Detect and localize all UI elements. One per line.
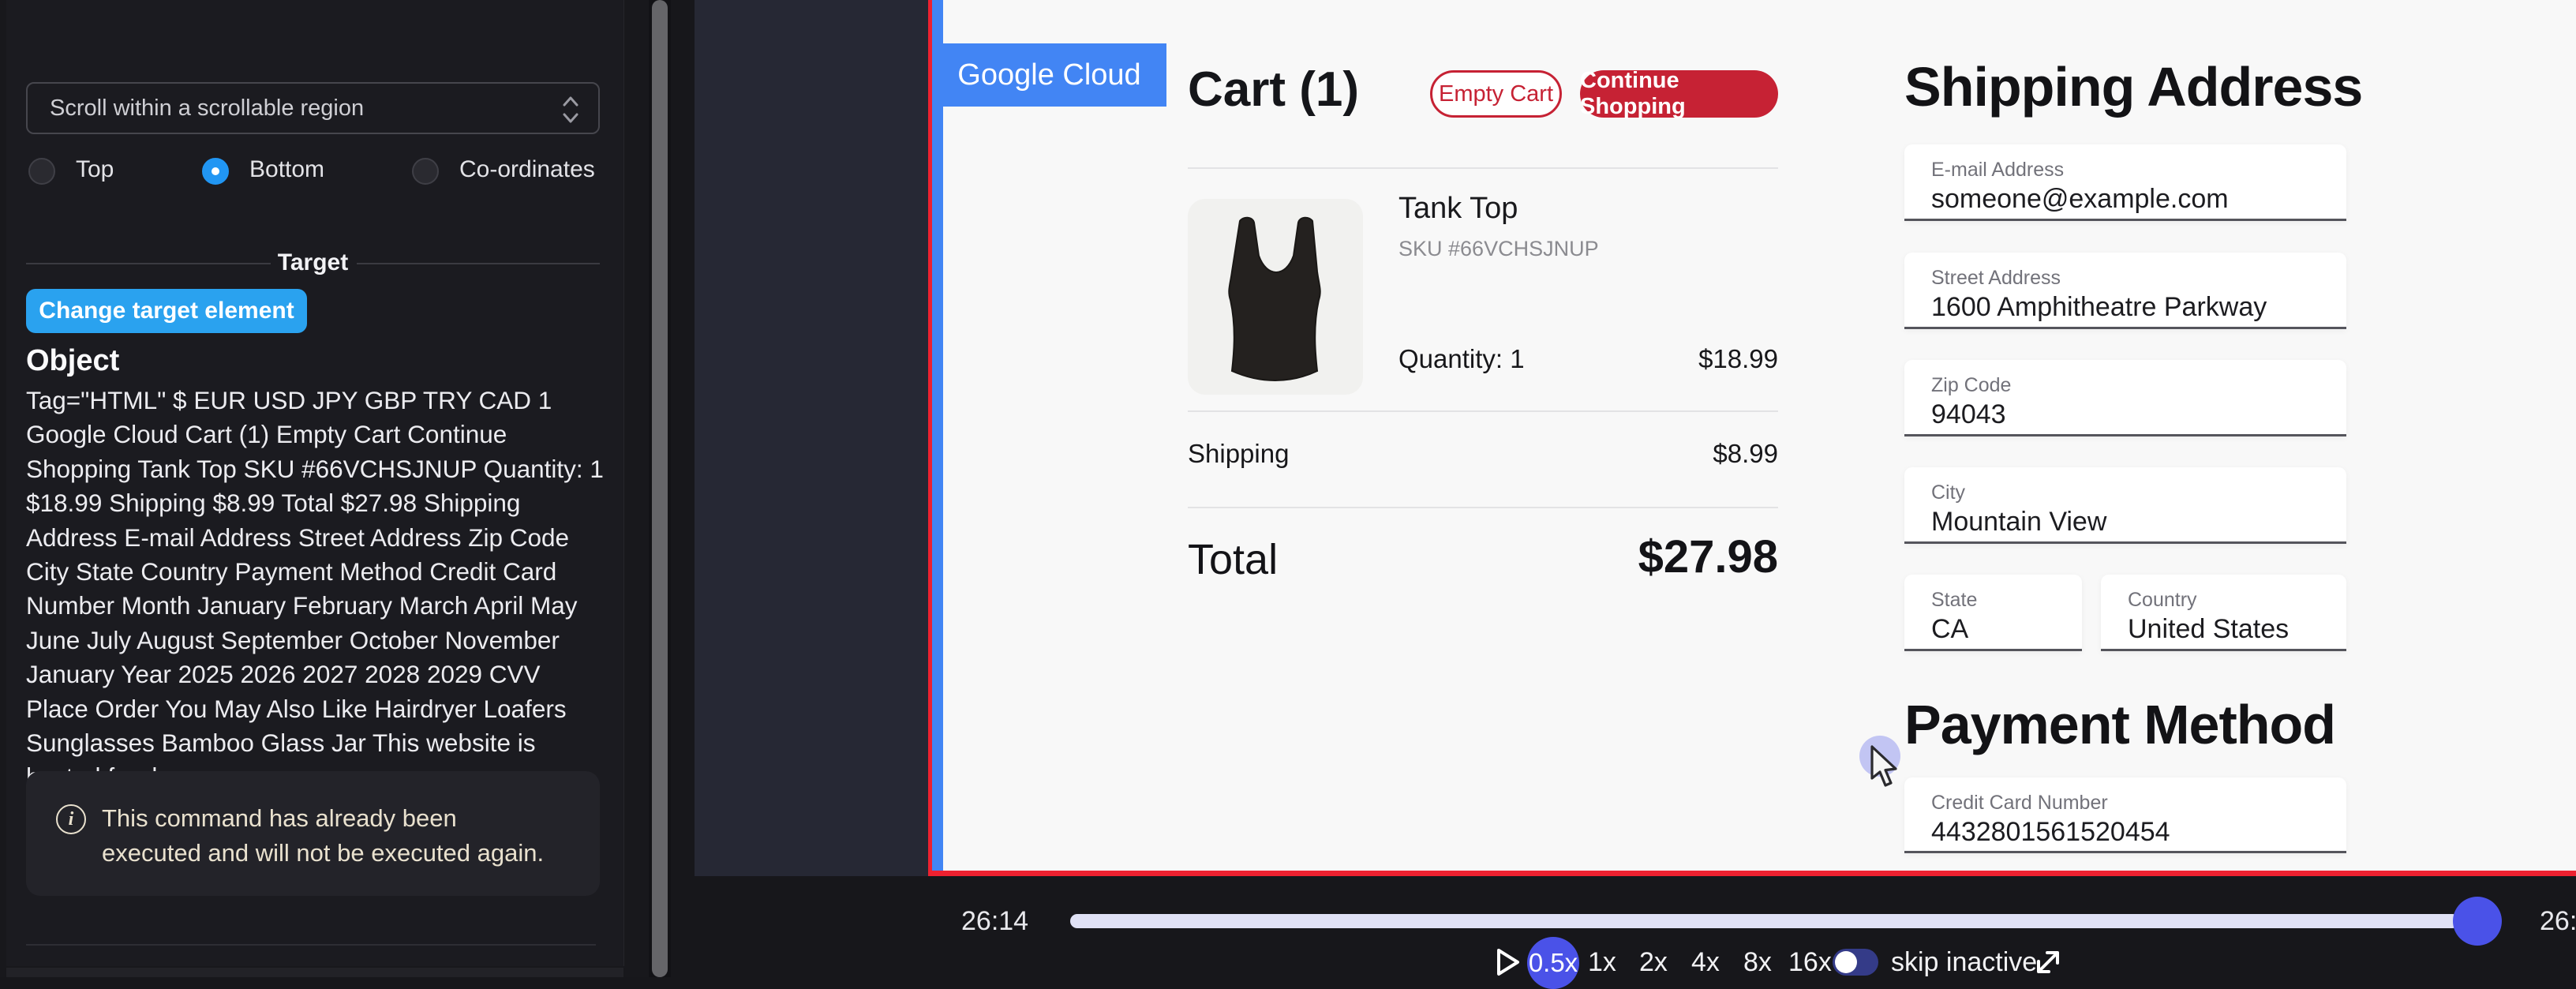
cart-divider-2 — [1188, 410, 1778, 412]
timeline-scrubber-knob[interactable] — [2453, 897, 2502, 946]
shipping-row-price: $8.99 — [1713, 439, 1778, 469]
street-address-label: Street Address — [1931, 267, 2061, 290]
command-editor-panel: Scroll within a scrollable region Top Bo… — [0, 0, 671, 977]
country-field[interactable]: Country United States — [2101, 575, 2346, 651]
total-price: $27.98 — [1638, 530, 1778, 583]
speed-2x-button[interactable]: 2x — [1639, 947, 1668, 978]
skip-inactive-label: skip inactive — [1891, 947, 2037, 978]
object-heading: Object — [26, 344, 119, 378]
scroll-position-radio-group: Top Bottom Co-ordinates — [26, 155, 602, 193]
skip-inactive-toggle[interactable] — [1833, 949, 1878, 976]
shipping-address-heading: Shipping Address — [1904, 55, 2362, 118]
city-field[interactable]: City Mountain View — [1904, 467, 2346, 544]
payment-method-heading: Payment Method — [1904, 693, 2335, 756]
state-value: CA — [1931, 614, 1968, 645]
product-image-tank-top — [1188, 199, 1363, 395]
credit-card-number-field[interactable]: Credit Card Number 4432801561520454 — [1904, 777, 2346, 853]
radio-bottom[interactable] — [202, 158, 229, 185]
country-label: Country — [2128, 589, 2197, 612]
credit-card-number-label: Credit Card Number — [1931, 792, 2108, 815]
current-time-label: 26:14 — [961, 906, 1028, 937]
play-button-icon[interactable] — [1494, 946, 1522, 978]
replay-stage-background — [695, 0, 928, 876]
state-label: State — [1931, 589, 1977, 612]
notice-text: This command has already been executed a… — [102, 804, 544, 867]
city-label: City — [1931, 481, 1965, 504]
radio-top[interactable] — [28, 158, 55, 185]
state-field[interactable]: State CA — [1904, 575, 2082, 651]
viewport-highlight-border-bottom-red — [928, 871, 2576, 876]
fullscreen-expand-icon[interactable] — [2030, 944, 2066, 980]
email-field-label: E-mail Address — [1931, 159, 2064, 182]
zip-code-field[interactable]: Zip Code 94043 — [1904, 360, 2346, 436]
cart-title: Cart (1) — [1188, 62, 1359, 118]
city-value: Mountain View — [1931, 507, 2106, 538]
total-label: Total — [1188, 535, 1278, 584]
speed-1x-button[interactable]: 1x — [1588, 947, 1616, 978]
next-section-edge — [6, 968, 623, 977]
tank-top-graphic — [1188, 199, 1363, 395]
radio-top-label[interactable]: Top — [76, 156, 114, 183]
email-field[interactable]: E-mail Address someone@example.com — [1904, 144, 2346, 221]
zip-code-value: 94043 — [1931, 399, 2006, 430]
product-price: $18.99 — [1698, 344, 1778, 374]
radio-coordinates[interactable] — [412, 158, 439, 185]
radio-coordinates-label[interactable]: Co-ordinates — [459, 156, 595, 183]
target-divider-label: Target — [26, 249, 600, 276]
email-field-value: someone@example.com — [1931, 184, 2229, 215]
product-sku: SKU #66VCHSJNUP — [1398, 237, 1599, 261]
already-executed-notice: i This command has already been executed… — [26, 771, 600, 896]
panel-scrollbar-thumb[interactable] — [652, 0, 668, 977]
toggle-knob — [1835, 951, 1857, 973]
continue-shopping-button[interactable]: Continue Shopping — [1580, 70, 1778, 118]
street-address-field[interactable]: Street Address 1600 Amphitheatre Parkway — [1904, 253, 2346, 329]
highlighted-element-label: Google Cloud — [932, 43, 1166, 107]
cart-divider-1 — [1188, 167, 1778, 169]
speed-0.5x-button[interactable]: 0.5x — [1527, 937, 1579, 989]
product-quantity: Quantity: 1 — [1398, 344, 1525, 374]
panel-divider — [26, 944, 596, 946]
command-type-select[interactable]: Scroll within a scrollable region — [26, 82, 600, 134]
mouse-cursor-icon — [1869, 745, 1910, 791]
credit-card-number-value: 4432801561520454 — [1931, 817, 2170, 848]
info-icon: i — [56, 804, 86, 834]
timeline-progress-bar[interactable] — [1070, 914, 2459, 928]
product-name: Tank Top — [1398, 192, 1518, 226]
speed-16x-button[interactable]: 16x — [1788, 947, 1832, 978]
empty-cart-button[interactable]: Empty Cart — [1430, 70, 1562, 118]
zip-code-label: Zip Code — [1931, 374, 2011, 397]
country-value: United States — [2128, 614, 2289, 645]
speed-8x-button[interactable]: 8x — [1743, 947, 1772, 978]
radio-bottom-label[interactable]: Bottom — [249, 156, 324, 183]
street-address-value: 1600 Amphitheatre Parkway — [1931, 292, 2267, 323]
select-stepper-icon — [560, 92, 581, 133]
command-type-value: Scroll within a scrollable region — [50, 96, 364, 122]
shipping-row-label: Shipping — [1188, 439, 1289, 469]
end-time-label: 26:1 — [2540, 906, 2576, 937]
speed-4x-button[interactable]: 4x — [1691, 947, 1720, 978]
change-target-button[interactable]: Change target element — [26, 289, 307, 333]
cart-divider-3 — [1188, 507, 1778, 508]
viewport-highlight-border-left-blue — [932, 0, 943, 871]
object-description-text: Tag="HTML" $ EUR USD JPY GBP TRY CAD 1 G… — [26, 384, 604, 795]
